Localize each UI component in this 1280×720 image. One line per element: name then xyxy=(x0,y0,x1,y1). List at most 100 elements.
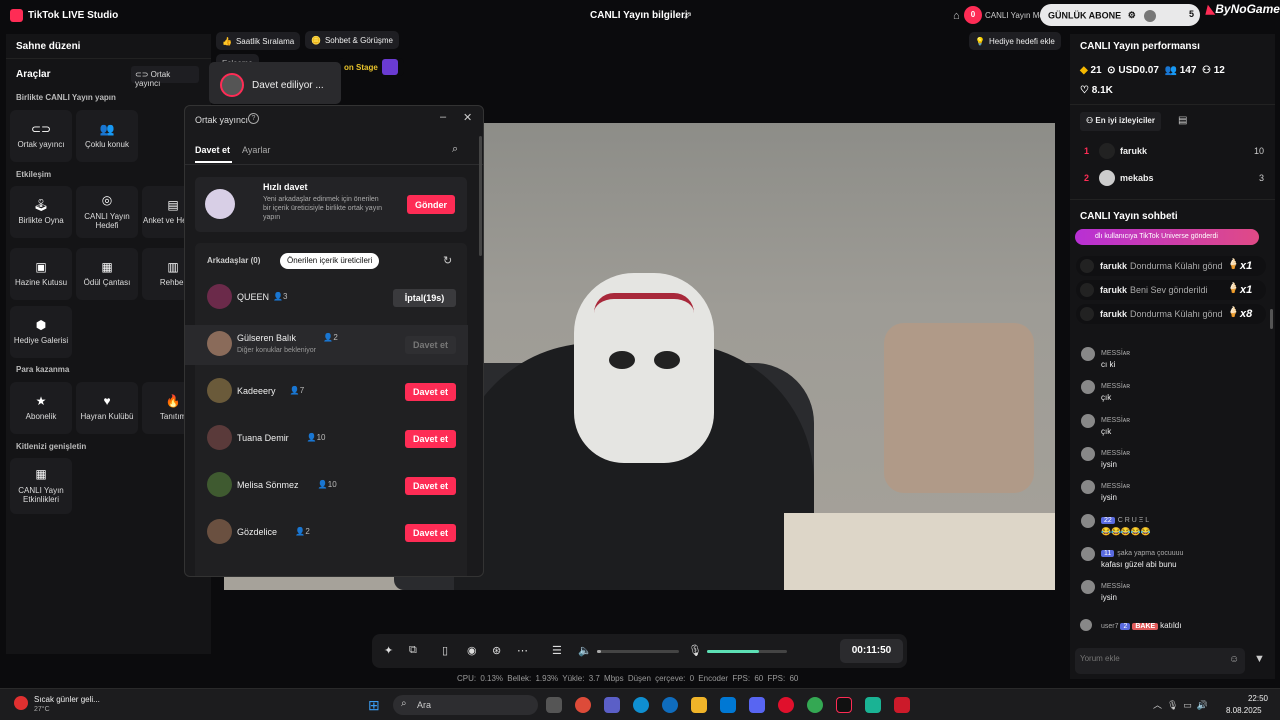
taskbar-search[interactable]: ⌕ Ara xyxy=(393,695,538,715)
tray-icons[interactable]: ︿ 🎙 ▭ 🔊 xyxy=(1153,698,1208,711)
top-viewer-row[interactable]: 2 mekabs 3 xyxy=(1070,170,1275,188)
follower-count: 👤7 xyxy=(289,386,305,395)
avatar xyxy=(1081,380,1095,395)
screen-add-icon[interactable]: ⧉ xyxy=(409,644,417,657)
invite-button[interactable]: Davet et xyxy=(405,430,456,448)
settings-sliders-icon[interactable]: ☰ xyxy=(552,644,562,657)
invite-button-disabled[interactable]: Davet et xyxy=(405,336,456,354)
bag-icon: ▦ xyxy=(101,260,113,274)
tile-gift-gallery[interactable]: ⬢ Hediye Galerisi xyxy=(10,306,72,358)
send-button[interactable]: Gönder xyxy=(407,195,455,214)
more-icon[interactable]: ⋯ xyxy=(517,644,528,657)
tile-treasure-box[interactable]: ▣ Hazine Kutusu xyxy=(10,248,72,300)
file-explorer-icon[interactable] xyxy=(691,697,707,713)
chat-message: MESSİᴀʀ iysin xyxy=(1070,445,1270,475)
magic-icon[interactable]: ✦ xyxy=(384,644,393,657)
add-gift-goal-button[interactable]: 💡 Hediye hedefi ekle xyxy=(969,32,1061,50)
person-icon: 👤 xyxy=(273,292,283,301)
avatar xyxy=(207,472,232,497)
tile-play-together[interactable]: 🕹 Birlikte Oyna xyxy=(10,186,72,238)
edge-icon[interactable] xyxy=(633,697,649,713)
invite-button[interactable]: Davet et xyxy=(405,477,456,495)
friends-tab[interactable]: Arkadaşlar (0) xyxy=(207,256,260,265)
comment-input[interactable]: ☺ xyxy=(1075,648,1245,674)
discord-icon[interactable] xyxy=(749,697,765,713)
chip-on-stage[interactable]: on Stage xyxy=(338,58,404,76)
heart-icon: ♡ xyxy=(1080,85,1089,96)
scrollbar[interactable] xyxy=(1270,309,1273,329)
windows-start-icon[interactable]: ⊞ xyxy=(368,697,380,714)
opera-icon[interactable] xyxy=(778,697,794,713)
volume-slider[interactable] xyxy=(597,650,679,653)
invite-button[interactable]: Davet et xyxy=(405,383,456,401)
tile-multi-guest[interactable]: 👥 Çoklu konuk xyxy=(76,110,138,162)
cohost-link[interactable]: ⊂⊃ Ortak yayıncı xyxy=(131,66,199,88)
share-icon[interactable]: ⇗ xyxy=(683,9,692,22)
tile-reward-bag[interactable]: ▦ Ödül Çantası xyxy=(76,248,138,300)
tile-live-goal[interactable]: ◎ CANLI Yayın Hedefi xyxy=(76,186,138,238)
help-icon[interactable]: ? xyxy=(248,113,259,124)
invite-button[interactable]: Davet et xyxy=(405,524,456,542)
level-badge: 2 xyxy=(1120,623,1131,630)
chrome-profile-icon[interactable] xyxy=(807,697,823,713)
live-info-title[interactable]: CANLI Yayın bilgileri xyxy=(590,10,688,21)
emoji-icon[interactable]: ☺ xyxy=(1229,654,1239,665)
chip-chat-meet[interactable]: 🪙 Sohbet & Görüşme xyxy=(305,31,400,49)
comment-field[interactable] xyxy=(1080,654,1220,663)
speaker-icon[interactable]: 🔈 xyxy=(578,644,592,657)
notification-badge[interactable]: 0 xyxy=(964,6,982,24)
avatar xyxy=(1080,307,1094,321)
record-icon[interactable]: ◉ xyxy=(467,644,477,657)
tile-cohost[interactable]: ⊂⊃ Ortak yayıncı xyxy=(10,110,72,162)
clock-time[interactable]: 22:50 xyxy=(1232,694,1268,703)
phone-icon[interactable]: ▯ xyxy=(442,644,448,657)
top-viewers-button[interactable]: ⚇ En iyi izleyiciler xyxy=(1080,112,1161,131)
suggested-tab[interactable]: Önerilen içerik üreticileri xyxy=(280,253,380,269)
media-app-icon[interactable] xyxy=(894,697,910,713)
microphone-icon[interactable]: 🎙 xyxy=(688,644,702,657)
chip-hourly-ranking[interactable]: 👍 Saatlik Sıralama xyxy=(216,32,301,50)
avatar xyxy=(220,73,244,97)
close-icon[interactable]: ✕ xyxy=(463,111,472,124)
chrome-icon[interactable] xyxy=(575,697,591,713)
home-icon[interactable]: ⌂ xyxy=(953,10,960,22)
mic-slider[interactable] xyxy=(707,650,787,653)
chat-message: 22 C R U Ξ L 😂😂😂😂😂 xyxy=(1070,512,1270,542)
tab-invite[interactable]: Davet et xyxy=(195,145,230,155)
app-title: TikTok LIVE Studio xyxy=(28,10,119,21)
app-icon[interactable] xyxy=(865,697,881,713)
avatar xyxy=(1099,143,1115,159)
clock-date[interactable]: 8.08.2025 xyxy=(1226,706,1262,715)
tile-subscription[interactable]: ★ Abonelik xyxy=(10,382,72,434)
performance-metrics: ◆ 21 ⊙ USD0.07 👥 147 ⚇ 12 xyxy=(1080,65,1225,76)
search-icon[interactable]: ⌕ xyxy=(452,143,458,156)
creator-row: Gözdelice 👤2 Davet et xyxy=(185,513,468,553)
tile-live-events[interactable]: ▦ CANLI Yayın Etkinlikleri xyxy=(10,458,72,514)
tile-fan-club[interactable]: ♥ Hayran Kulübü xyxy=(76,382,138,434)
weather-temp: 27°C xyxy=(34,706,50,713)
gift-message: farukk Dondurma Külahı gönd 🍦 x1 xyxy=(1076,256,1266,276)
creator-row: QUEEN 👤3 İptal(19s) xyxy=(185,278,468,318)
avatar xyxy=(1081,446,1095,461)
task-view-icon[interactable] xyxy=(546,697,562,713)
stage-icon xyxy=(381,59,398,75)
camera-switch-icon[interactable]: ⊛ xyxy=(492,644,501,657)
avatar xyxy=(1144,10,1157,22)
filter-icon[interactable]: ▼ xyxy=(1254,653,1265,665)
teams-icon[interactable] xyxy=(604,697,620,713)
list-icon[interactable]: ▤ xyxy=(1178,115,1187,126)
cancel-invite-button[interactable]: İptal(19s) xyxy=(393,289,456,307)
refresh-icon[interactable]: ↻ xyxy=(443,254,452,267)
outlook-icon[interactable] xyxy=(720,697,736,713)
scrollbar[interactable] xyxy=(479,136,482,256)
quick-invite-title: Hızlı davet xyxy=(263,182,308,192)
top-viewer-row[interactable]: 1 farukk 10 xyxy=(1070,143,1275,161)
chat-text: kafası güzel abi bunu xyxy=(1101,559,1177,569)
weather-title[interactable]: Sıcak günler geli... xyxy=(34,695,100,704)
person-icon: 👤 xyxy=(317,480,328,489)
minimize-icon[interactable]: – xyxy=(440,111,446,123)
edge-beta-icon[interactable] xyxy=(662,697,678,713)
tab-settings[interactable]: Ayarlar xyxy=(242,145,270,155)
tiktok-live-icon[interactable] xyxy=(836,697,852,713)
chat-username: şaka yapma çocuuuu xyxy=(1117,549,1184,557)
